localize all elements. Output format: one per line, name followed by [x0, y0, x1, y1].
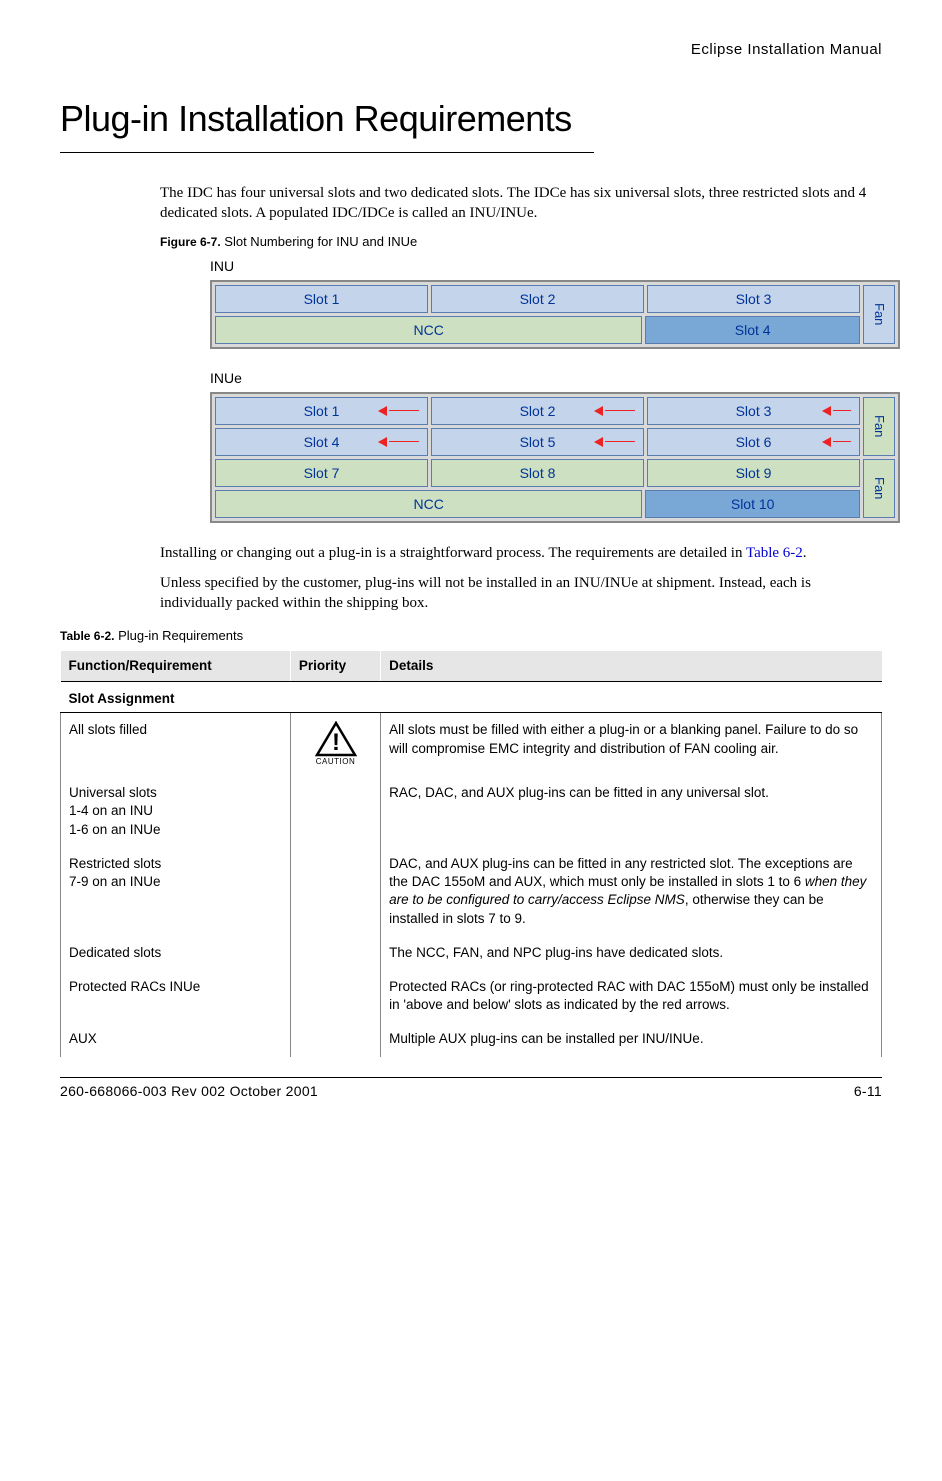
inue-ncc: NCC: [215, 490, 642, 518]
inue-fan-2: Fan: [863, 459, 895, 518]
page-footer: 260-668066-003 Rev 002 October 2001 6-11: [60, 1077, 882, 1101]
inue-slot-10: Slot 10: [645, 490, 860, 518]
func-cell: Restricted slots 7-9 on an INUe: [61, 847, 291, 936]
table-caption-text: Plug-in Requirements: [114, 628, 243, 643]
priority-cell: [290, 1022, 380, 1056]
inu-fan: Fan: [863, 285, 895, 344]
inu-diagram: Slot 1 Slot 2 Slot 3 NCC Slot 4 Fan: [210, 280, 882, 349]
details-cell: Protected RACs (or ring-protected RAC wi…: [381, 970, 882, 1022]
th-function: Function/Requirement: [61, 651, 291, 682]
inue-diagram: Slot 1 Slot 2 Slot 3 Slot 4 Slot 5 Slot …: [210, 392, 882, 523]
inu-slot-1: Slot 1: [215, 285, 428, 313]
priority-cell: [290, 970, 380, 1022]
func-cell: Universal slots 1-4 on an INU 1-6 on an …: [61, 776, 291, 847]
inue-slot-7: Slot 7: [215, 459, 428, 487]
inue-fan-1: Fan: [863, 397, 895, 456]
inue-slot-5: Slot 5: [431, 428, 644, 456]
inu-ncc: NCC: [215, 316, 642, 344]
table-row: Dedicated slots The NCC, FAN, and NPC pl…: [61, 936, 882, 970]
svg-text:!: !: [332, 729, 340, 756]
table-row: AUX Multiple AUX plug-ins can be install…: [61, 1022, 882, 1056]
priority-cell: [290, 776, 380, 847]
inue-slot-2: Slot 2: [431, 397, 644, 425]
inue-label: INUe: [210, 369, 882, 388]
th-priority: Priority: [290, 651, 380, 682]
table-caption: Table 6-2. Plug-in Requirements: [60, 627, 882, 645]
requirements-table: Function/Requirement Priority Details Sl…: [60, 651, 882, 1057]
details-cell: RAC, DAC, and AUX plug-ins can be fitted…: [381, 776, 882, 847]
priority-cell: [290, 936, 380, 970]
figure-label-bold: Figure 6-7.: [160, 235, 221, 249]
inu-slot-4: Slot 4: [645, 316, 860, 344]
figure-caption: Figure 6-7. Slot Numbering for INU and I…: [160, 233, 882, 251]
inu-slot-3: Slot 3: [647, 285, 860, 313]
manual-title: Eclipse Installation Manual: [60, 40, 882, 60]
table-ref-link[interactable]: Table 6-2: [746, 545, 803, 561]
priority-cell: ! CAUTION: [290, 713, 380, 776]
details-cell: Multiple AUX plug-ins can be installed p…: [381, 1022, 882, 1056]
details-cell: All slots must be filled with either a p…: [381, 713, 882, 776]
figure-label-text: Slot Numbering for INU and INUe: [221, 234, 418, 249]
details-cell: The NCC, FAN, and NPC plug-ins have dedi…: [381, 936, 882, 970]
priority-cell: [290, 847, 380, 936]
table-row: Universal slots 1-4 on an INU 1-6 on an …: [61, 776, 882, 847]
inue-slot-1: Slot 1: [215, 397, 428, 425]
inue-slot-9: Slot 9: [647, 459, 860, 487]
inue-slot-4: Slot 4: [215, 428, 428, 456]
func-cell: All slots filled: [61, 713, 291, 776]
footer-left: 260-668066-003 Rev 002 October 2001: [60, 1082, 318, 1101]
table-row: Restricted slots 7-9 on an INUe DAC, and…: [61, 847, 882, 936]
table-caption-bold: Table 6-2.: [60, 629, 114, 643]
page-title: Plug-in Installation Requirements: [60, 95, 882, 144]
table-row: All slots filled ! CAUTION All slots mus…: [61, 713, 882, 776]
paragraph-3: Unless specified by the customer, plug-i…: [160, 573, 882, 614]
inue-slot-6: Slot 6: [647, 428, 860, 456]
inue-slot-8: Slot 8: [431, 459, 644, 487]
inu-label: INU: [210, 257, 882, 276]
func-cell: AUX: [61, 1022, 291, 1056]
title-rule: [60, 152, 594, 153]
table-row: Protected RACs INUe Protected RACs (or r…: [61, 970, 882, 1022]
inue-slot-3: Slot 3: [647, 397, 860, 425]
footer-right: 6-11: [854, 1082, 882, 1101]
th-details: Details: [381, 651, 882, 682]
details-cell: DAC, and AUX plug-ins can be fitted in a…: [381, 847, 882, 936]
section-slot-assignment: Slot Assignment: [61, 682, 882, 713]
caution-icon: ! CAUTION: [299, 721, 372, 768]
func-cell: Protected RACs INUe: [61, 970, 291, 1022]
intro-paragraph: The IDC has four universal slots and two…: [160, 183, 882, 224]
paragraph-2: Installing or changing out a plug-in is …: [160, 543, 882, 563]
func-cell: Dedicated slots: [61, 936, 291, 970]
inu-slot-2: Slot 2: [431, 285, 644, 313]
